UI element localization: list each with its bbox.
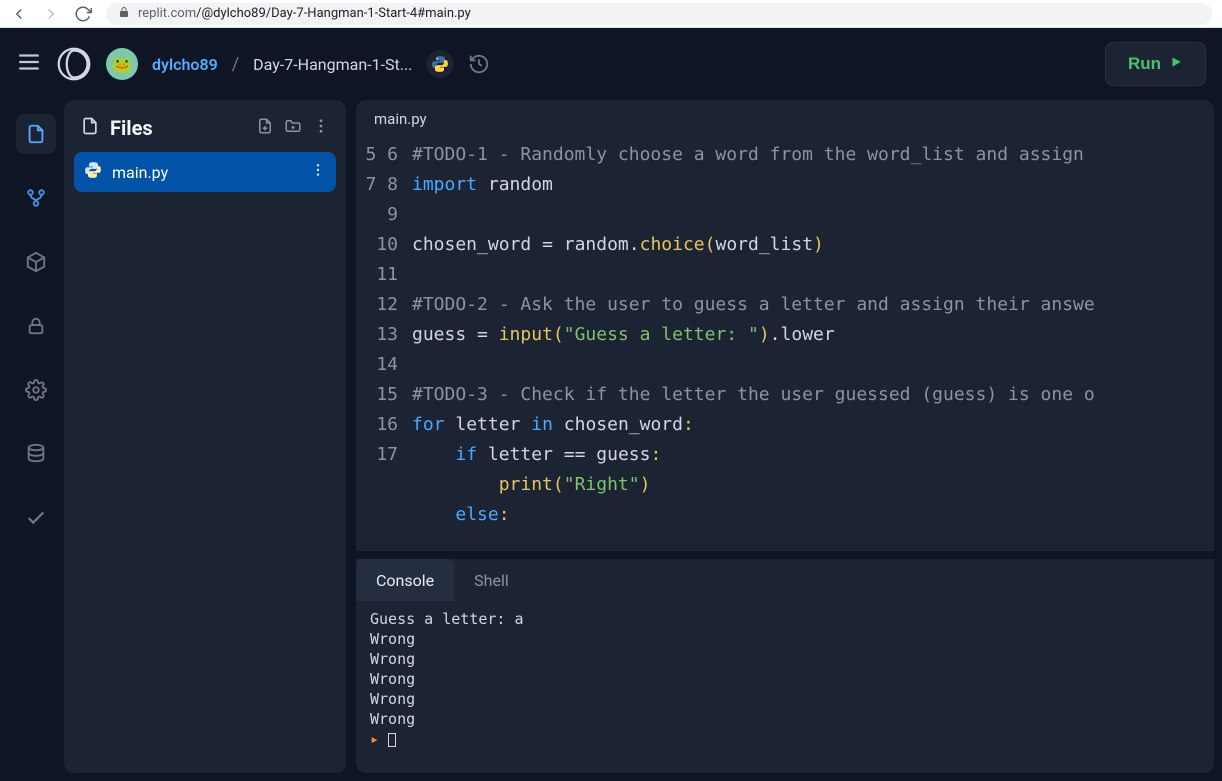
new-folder-button[interactable] <box>284 117 302 139</box>
terminal-card: Console Shell Guess a letter: a Wrong Wr… <box>356 559 1214 773</box>
history-button[interactable] <box>468 53 490 75</box>
back-button[interactable] <box>10 5 28 23</box>
editor-card: main.py 5 6 7 8 9 10 11 12 13 14 15 16 1… <box>356 100 1214 551</box>
python-file-icon <box>84 161 102 183</box>
code-content: #TODO-1 - Randomly choose a word from th… <box>412 140 1214 551</box>
file-item-label: main.py <box>112 163 168 182</box>
rail-settings[interactable] <box>16 370 56 410</box>
editor-tab-label: main.py <box>374 110 427 128</box>
language-badge[interactable] <box>426 50 454 78</box>
menu-button[interactable] <box>16 49 42 79</box>
tab-shell[interactable]: Shell <box>454 559 529 601</box>
files-icon <box>80 116 100 140</box>
forward-button[interactable] <box>42 5 60 23</box>
run-label: Run <box>1128 54 1161 74</box>
rail-files[interactable] <box>16 114 56 154</box>
rail-version-control[interactable] <box>16 178 56 218</box>
line-gutter: 5 6 7 8 9 10 11 12 13 14 15 16 17 <box>356 140 412 551</box>
code-editor[interactable]: 5 6 7 8 9 10 11 12 13 14 15 16 17 #TODO-… <box>356 140 1214 551</box>
files-panel: Files main.py <box>64 100 346 773</box>
file-item-main[interactable]: main.py <box>74 152 336 192</box>
files-title: Files <box>110 116 246 140</box>
side-rail <box>8 100 64 773</box>
tab-console[interactable]: Console <box>356 559 454 601</box>
lock-icon <box>118 6 130 22</box>
files-more-button[interactable] <box>312 117 330 139</box>
play-icon <box>1169 54 1183 74</box>
editor-tab-main[interactable]: main.py <box>356 100 445 140</box>
replit-app: 🐸 dylcho89 / Day-7-Hangman-1-St... Run <box>0 28 1222 781</box>
rail-unit-tests[interactable] <box>16 498 56 538</box>
browser-chrome: replit.com/@dylcho89/Day-7-Hangman-1-Sta… <box>0 0 1222 28</box>
replit-logo[interactable] <box>56 46 92 82</box>
file-more-button[interactable] <box>310 162 326 182</box>
reload-button[interactable] <box>74 5 92 23</box>
rail-packages[interactable] <box>16 242 56 282</box>
avatar[interactable]: 🐸 <box>106 48 138 80</box>
project-name[interactable]: Day-7-Hangman-1-St... <box>253 55 412 74</box>
rail-database[interactable] <box>16 434 56 474</box>
url-text: replit.com/@dylcho89/Day-7-Hangman-1-Sta… <box>138 6 471 21</box>
terminal-output[interactable]: Guess a letter: a Wrong Wrong Wrong Wron… <box>356 601 1214 773</box>
rail-secrets[interactable] <box>16 306 56 346</box>
username-link[interactable]: dylcho89 <box>152 55 218 74</box>
app-header: 🐸 dylcho89 / Day-7-Hangman-1-St... Run <box>0 28 1222 100</box>
url-bar[interactable]: replit.com/@dylcho89/Day-7-Hangman-1-Sta… <box>106 3 1212 25</box>
breadcrumb-sep: / <box>232 54 239 75</box>
run-button[interactable]: Run <box>1105 42 1206 86</box>
new-file-button[interactable] <box>256 117 274 139</box>
